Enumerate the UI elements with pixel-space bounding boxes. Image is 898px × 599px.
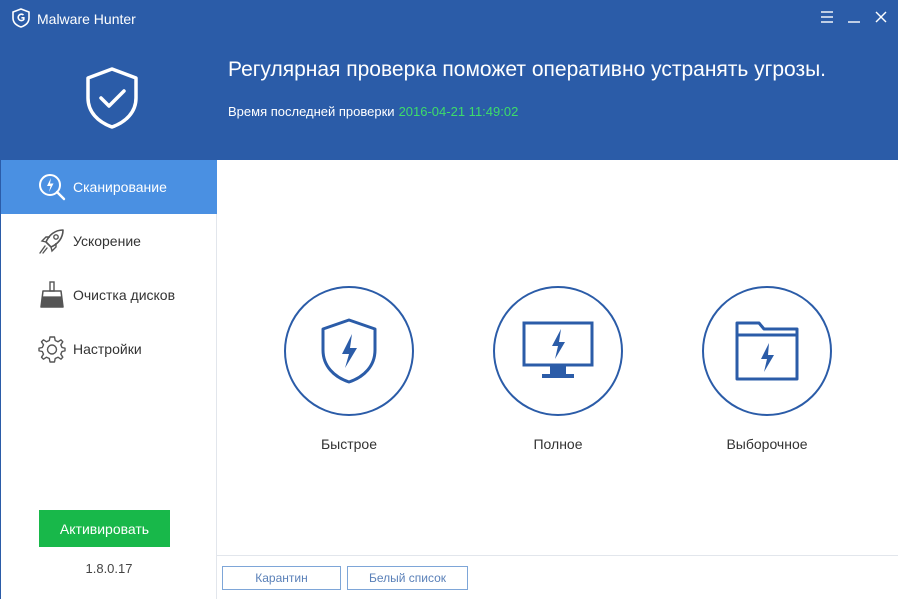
title-bar: Malware Hunter: [0, 0, 898, 36]
shield-check-icon: [86, 67, 138, 129]
monitor-bolt-icon: [522, 321, 594, 378]
app-logo-icon: [12, 8, 30, 28]
headline: Регулярная проверка поможет оперативно у…: [228, 58, 827, 81]
last-scan-label: Время последней проверки: [228, 104, 395, 119]
folder-bolt-icon: [735, 321, 799, 381]
sidebar-item-label: Ускорение: [73, 233, 141, 249]
last-scan-info: Время последней проверки 2016-04-21 11:49…: [228, 104, 518, 119]
sidebar-item-label: Настройки: [73, 341, 142, 357]
scan-circle[interactable]: [284, 286, 414, 416]
version-label: 1.8.0.17: [85, 561, 133, 576]
last-scan-time: 2016-04-21 11:49:02: [398, 104, 519, 119]
app-title: Malware Hunter: [37, 11, 136, 27]
scan-options-panel: Быстрое Полное Выборочное: [217, 160, 898, 555]
quick-scan-option[interactable]: Быстрое: [274, 286, 424, 456]
scan-option-label: Выборочное: [726, 436, 808, 452]
sidebar-item-boost[interactable]: Ускорение: [1, 214, 217, 268]
scan-option-label: Быстрое: [320, 436, 378, 452]
whitelist-button[interactable]: Белый список: [347, 566, 468, 590]
scan-circle[interactable]: [493, 286, 623, 416]
menu-icon[interactable]: [818, 8, 836, 26]
footer-bar: Карантин Белый список: [217, 555, 898, 599]
sidebar-item-disk-cleanup[interactable]: Очистка дисков: [1, 268, 217, 322]
custom-scan-option[interactable]: Выборочное: [692, 286, 842, 456]
scan-option-label: Полное: [533, 436, 583, 452]
shield-bolt-icon: [321, 318, 377, 384]
close-icon[interactable]: [872, 8, 890, 26]
rocket-icon: [39, 229, 64, 254]
minimize-icon[interactable]: [845, 8, 863, 26]
gear-icon: [38, 336, 66, 363]
broom-icon: [40, 281, 64, 308]
sidebar-item-label: Очистка дисков: [73, 287, 176, 303]
sidebar-item-settings[interactable]: Настройки: [1, 322, 217, 376]
sidebar: Сканирование Ускорение Очистка дисков На…: [0, 160, 217, 599]
quarantine-button[interactable]: Карантин: [222, 566, 341, 590]
full-scan-option[interactable]: Полное: [483, 286, 633, 456]
header-banner: Malware Hunter Регулярная проверка помож…: [0, 0, 898, 160]
scan-circle[interactable]: [702, 286, 832, 416]
sidebar-item-label: Сканирование: [73, 179, 167, 195]
scan-icon: [39, 174, 66, 201]
sidebar-item-scan[interactable]: Сканирование: [1, 160, 217, 214]
activate-button[interactable]: Активировать: [39, 510, 170, 547]
